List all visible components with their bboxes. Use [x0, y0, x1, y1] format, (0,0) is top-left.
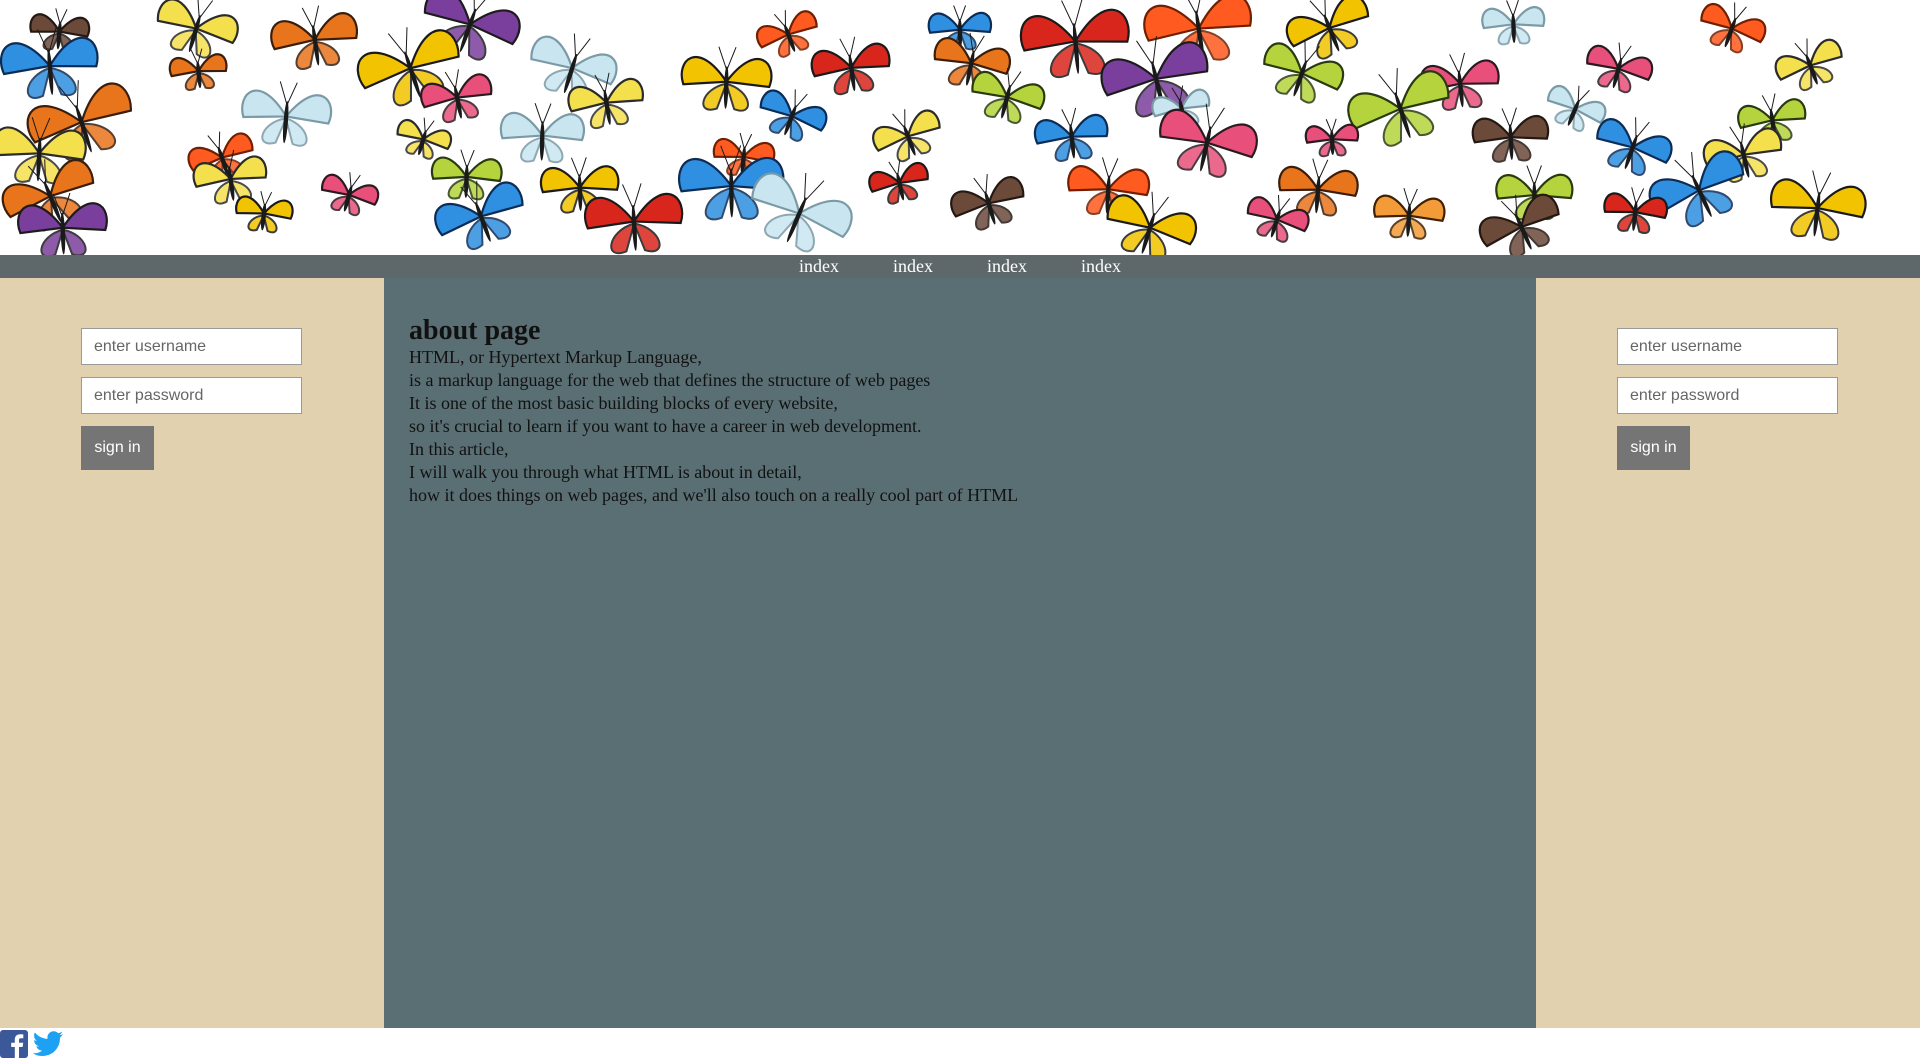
butterfly-illustration — [759, 89, 828, 142]
butterfly-illustration — [1774, 38, 1843, 91]
butterfly-illustration — [156, 0, 239, 59]
butterfly-illustration — [1033, 107, 1109, 162]
about-section: about page HTML, or Hypertext Markup Lan… — [409, 316, 1018, 507]
content-line: so it's crucial to learn if you want to … — [409, 416, 922, 436]
right-sign-in-button[interactable]: sign in — [1617, 426, 1690, 470]
facebook-icon[interactable] — [0, 1030, 28, 1058]
butterfly-illustration — [756, 10, 818, 58]
content-line: HTML, or Hypertext Markup Language, — [409, 347, 702, 367]
content-line: It is one of the most basic building blo… — [409, 393, 838, 413]
content-line: how it does things on web pages, and we'… — [409, 485, 1019, 505]
butterfly-illustration — [1481, 0, 1546, 46]
left-sign-in-button[interactable]: sign in — [81, 426, 154, 470]
left-login-form: sign in — [81, 328, 302, 470]
butterfly-illustration — [270, 5, 359, 70]
butterfly-illustration — [1770, 170, 1867, 241]
nav-link-index-3[interactable]: index — [987, 255, 1027, 278]
nav-link-index-1[interactable]: index — [799, 255, 839, 278]
butterfly-illustration — [1700, 2, 1767, 54]
nav-link-index-2[interactable]: index — [893, 255, 933, 278]
twitter-icon[interactable] — [32, 1030, 63, 1058]
butterfly-illustration — [950, 174, 1025, 231]
butterfly-illustration — [583, 183, 684, 255]
butterfly-illustration — [1471, 107, 1550, 163]
butterfly-illustration — [868, 159, 929, 205]
left-sidebar: sign in — [0, 278, 384, 1028]
right-username-input[interactable] — [1617, 328, 1838, 365]
content-line: In this article, — [409, 439, 509, 459]
butterfly-banner-image — [0, 0, 1867, 255]
left-username-input[interactable] — [81, 328, 302, 365]
social-links — [0, 1030, 63, 1058]
footer — [0, 1028, 1920, 1060]
right-password-input[interactable] — [1617, 377, 1838, 414]
butterfly-illustration — [1106, 191, 1198, 255]
content-line: I will walk you through what HTML is abo… — [409, 462, 802, 482]
butterfly-illustration — [1246, 194, 1310, 243]
butterfly-illustration — [321, 172, 380, 216]
butterfly-illustration — [872, 109, 941, 163]
main-content: about page HTML, or Hypertext Markup Lan… — [384, 278, 1536, 1028]
butterfly-illustration — [680, 46, 773, 112]
butterfly-illustration — [810, 36, 891, 96]
butterfly-illustration — [1304, 118, 1360, 158]
butterfly-illustration — [241, 81, 333, 147]
butterfly-illustration — [1586, 42, 1654, 93]
butterfly-illustration — [1278, 158, 1359, 217]
right-sidebar: sign in — [1536, 278, 1920, 1028]
left-password-input[interactable] — [81, 377, 302, 414]
butterfly-illustration — [1373, 187, 1446, 240]
nav-link-index-4[interactable]: index — [1081, 255, 1121, 278]
content-line: is a markup language for the web that de… — [409, 370, 931, 390]
right-login-form: sign in — [1617, 328, 1838, 470]
page-title: about page — [409, 315, 541, 346]
butterfly-banner — [0, 0, 1920, 255]
top-nav: index index index index — [0, 255, 1920, 278]
butterfly-illustration — [434, 180, 524, 251]
